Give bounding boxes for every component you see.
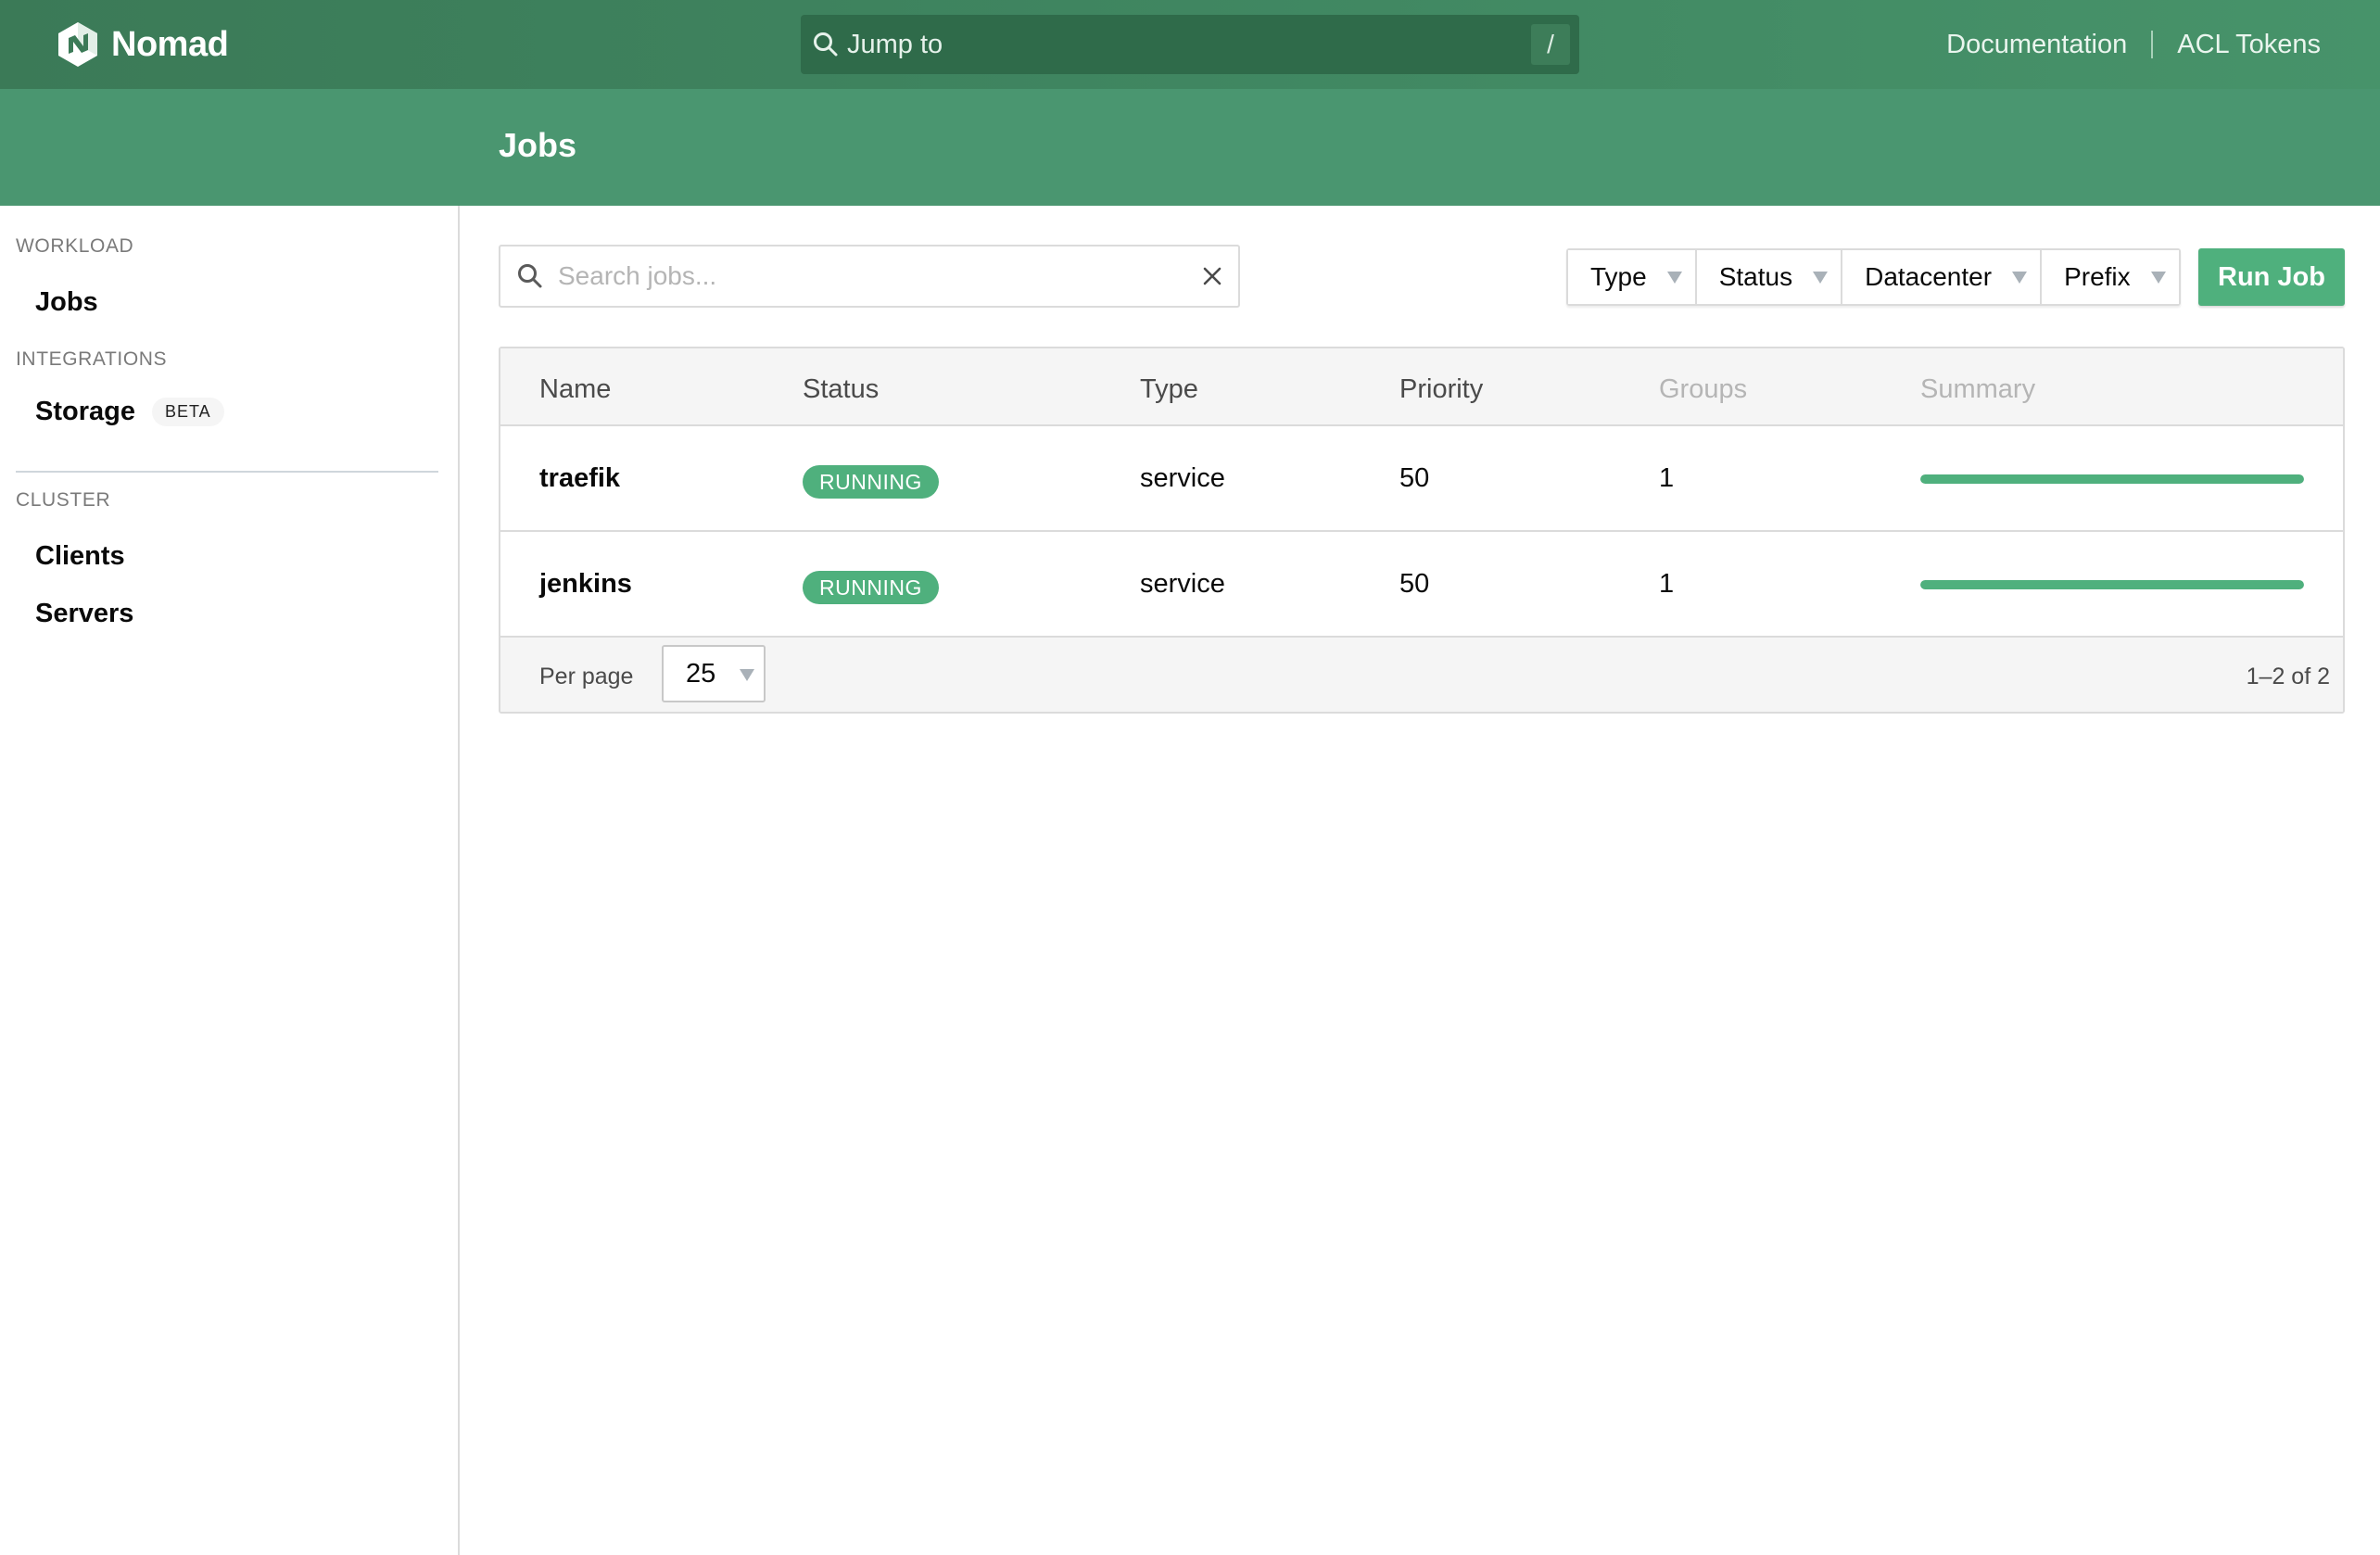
status-badge: RUNNING [803,571,939,604]
caret-down-icon [1666,271,1682,284]
column-header-summary: Summary [1920,374,2036,404]
link-divider [2151,31,2154,58]
job-search-box [499,245,1240,308]
job-priority: 50 [1399,569,1430,599]
caret-down-icon [1813,271,1829,284]
datacenter-filter-dropdown[interactable]: Datacenter [1842,250,2043,304]
per-page-value: 25 [686,658,716,689]
table-row[interactable]: traefik RUNNING service 50 1 [500,426,2343,532]
close-icon[interactable] [1199,263,1225,289]
type-filter-dropdown[interactable]: Type [1568,250,1697,304]
jobs-table: Name Status Type Priority Groups Summary… [499,347,2345,714]
sidebar-item-label: Jobs [35,287,98,317]
summary-bar [1920,580,2304,589]
status-badge: RUNNING [803,465,939,499]
jump-to-label: Jump to [847,29,943,59]
jump-to-shortcut-key: / [1531,24,1570,65]
summary-bar-fill [1920,474,2304,484]
caret-down-icon [740,669,754,681]
acl-tokens-link[interactable]: ACL Tokens [2177,30,2321,60]
sidebar-item-label: Servers [35,599,134,628]
nomad-logo-icon [58,22,97,67]
brand-name: Nomad [111,24,229,64]
sidebar-item-servers[interactable]: Servers [35,599,133,629]
page-header: Jobs [0,89,2380,206]
per-page-label: Per page [539,664,634,689]
top-navbar: Nomad Jump to / Documentation ACL Tokens [0,0,2380,89]
table-header: Name Status Type Priority Groups Summary [500,348,2343,426]
sidebar-item-label: Storage [35,397,135,426]
summary-bar [1920,474,2304,484]
job-name-link[interactable]: jenkins [539,569,632,600]
sidebar-item-label: Clients [35,541,125,571]
sidebar-item-jobs[interactable]: Jobs [35,287,98,318]
caret-down-icon [2012,271,2028,284]
search-icon [518,264,542,288]
summary-bar-fill [1920,580,2304,589]
sidebar-section-cluster: CLUSTER [16,489,111,511]
sidebar: WORKLOAD Jobs INTEGRATIONS Storage BETA … [0,206,460,1555]
job-type: service [1140,569,1225,599]
run-job-button[interactable]: Run Job [2198,248,2345,306]
sidebar-section-integrations: INTEGRATIONS [16,348,168,370]
jump-to-search[interactable]: Jump to / [801,15,1579,74]
facet-label: Datacenter [1865,262,1993,291]
job-type: service [1140,463,1225,493]
sidebar-divider [16,471,438,473]
prefix-filter-dropdown[interactable]: Prefix [2042,250,2179,304]
search-jobs-input[interactable] [558,256,1188,297]
column-header-priority[interactable]: Priority [1399,374,1483,405]
column-header-groups: Groups [1659,374,1748,404]
facet-label: Status [1718,262,1793,291]
page-title: Jobs [499,126,577,164]
sidebar-item-clients[interactable]: Clients [35,541,125,572]
sidebar-item-storage[interactable]: Storage BETA [35,397,224,427]
sidebar-section-workload: WORKLOAD [16,235,134,257]
job-groups: 1 [1659,463,1675,493]
table-row[interactable]: jenkins RUNNING service 50 1 [500,532,2343,638]
top-links: Documentation ACL Tokens [1946,26,2321,63]
table-footer: Per page 25 1–2 of 2 [500,638,2343,712]
job-priority: 50 [1399,463,1430,493]
column-header-name[interactable]: Name [539,374,611,405]
caret-down-icon [2150,271,2166,284]
job-name-link[interactable]: traefik [539,463,620,494]
column-header-type[interactable]: Type [1140,374,1198,405]
facet-label: Type [1590,262,1647,291]
brand-logo-link[interactable]: Nomad [56,20,229,69]
column-header-status[interactable]: Status [803,374,879,405]
beta-badge: BETA [151,398,224,426]
status-filter-dropdown[interactable]: Status [1696,250,1843,304]
facet-label: Prefix [2064,262,2131,291]
per-page-select[interactable]: 25 [662,645,766,702]
job-groups: 1 [1659,569,1675,599]
documentation-link[interactable]: Documentation [1946,30,2127,60]
facet-filters: Type Status Datacenter Prefix [1566,248,2181,306]
pagination-info: 1–2 of 2 [2246,664,2330,689]
search-icon [814,32,838,57]
